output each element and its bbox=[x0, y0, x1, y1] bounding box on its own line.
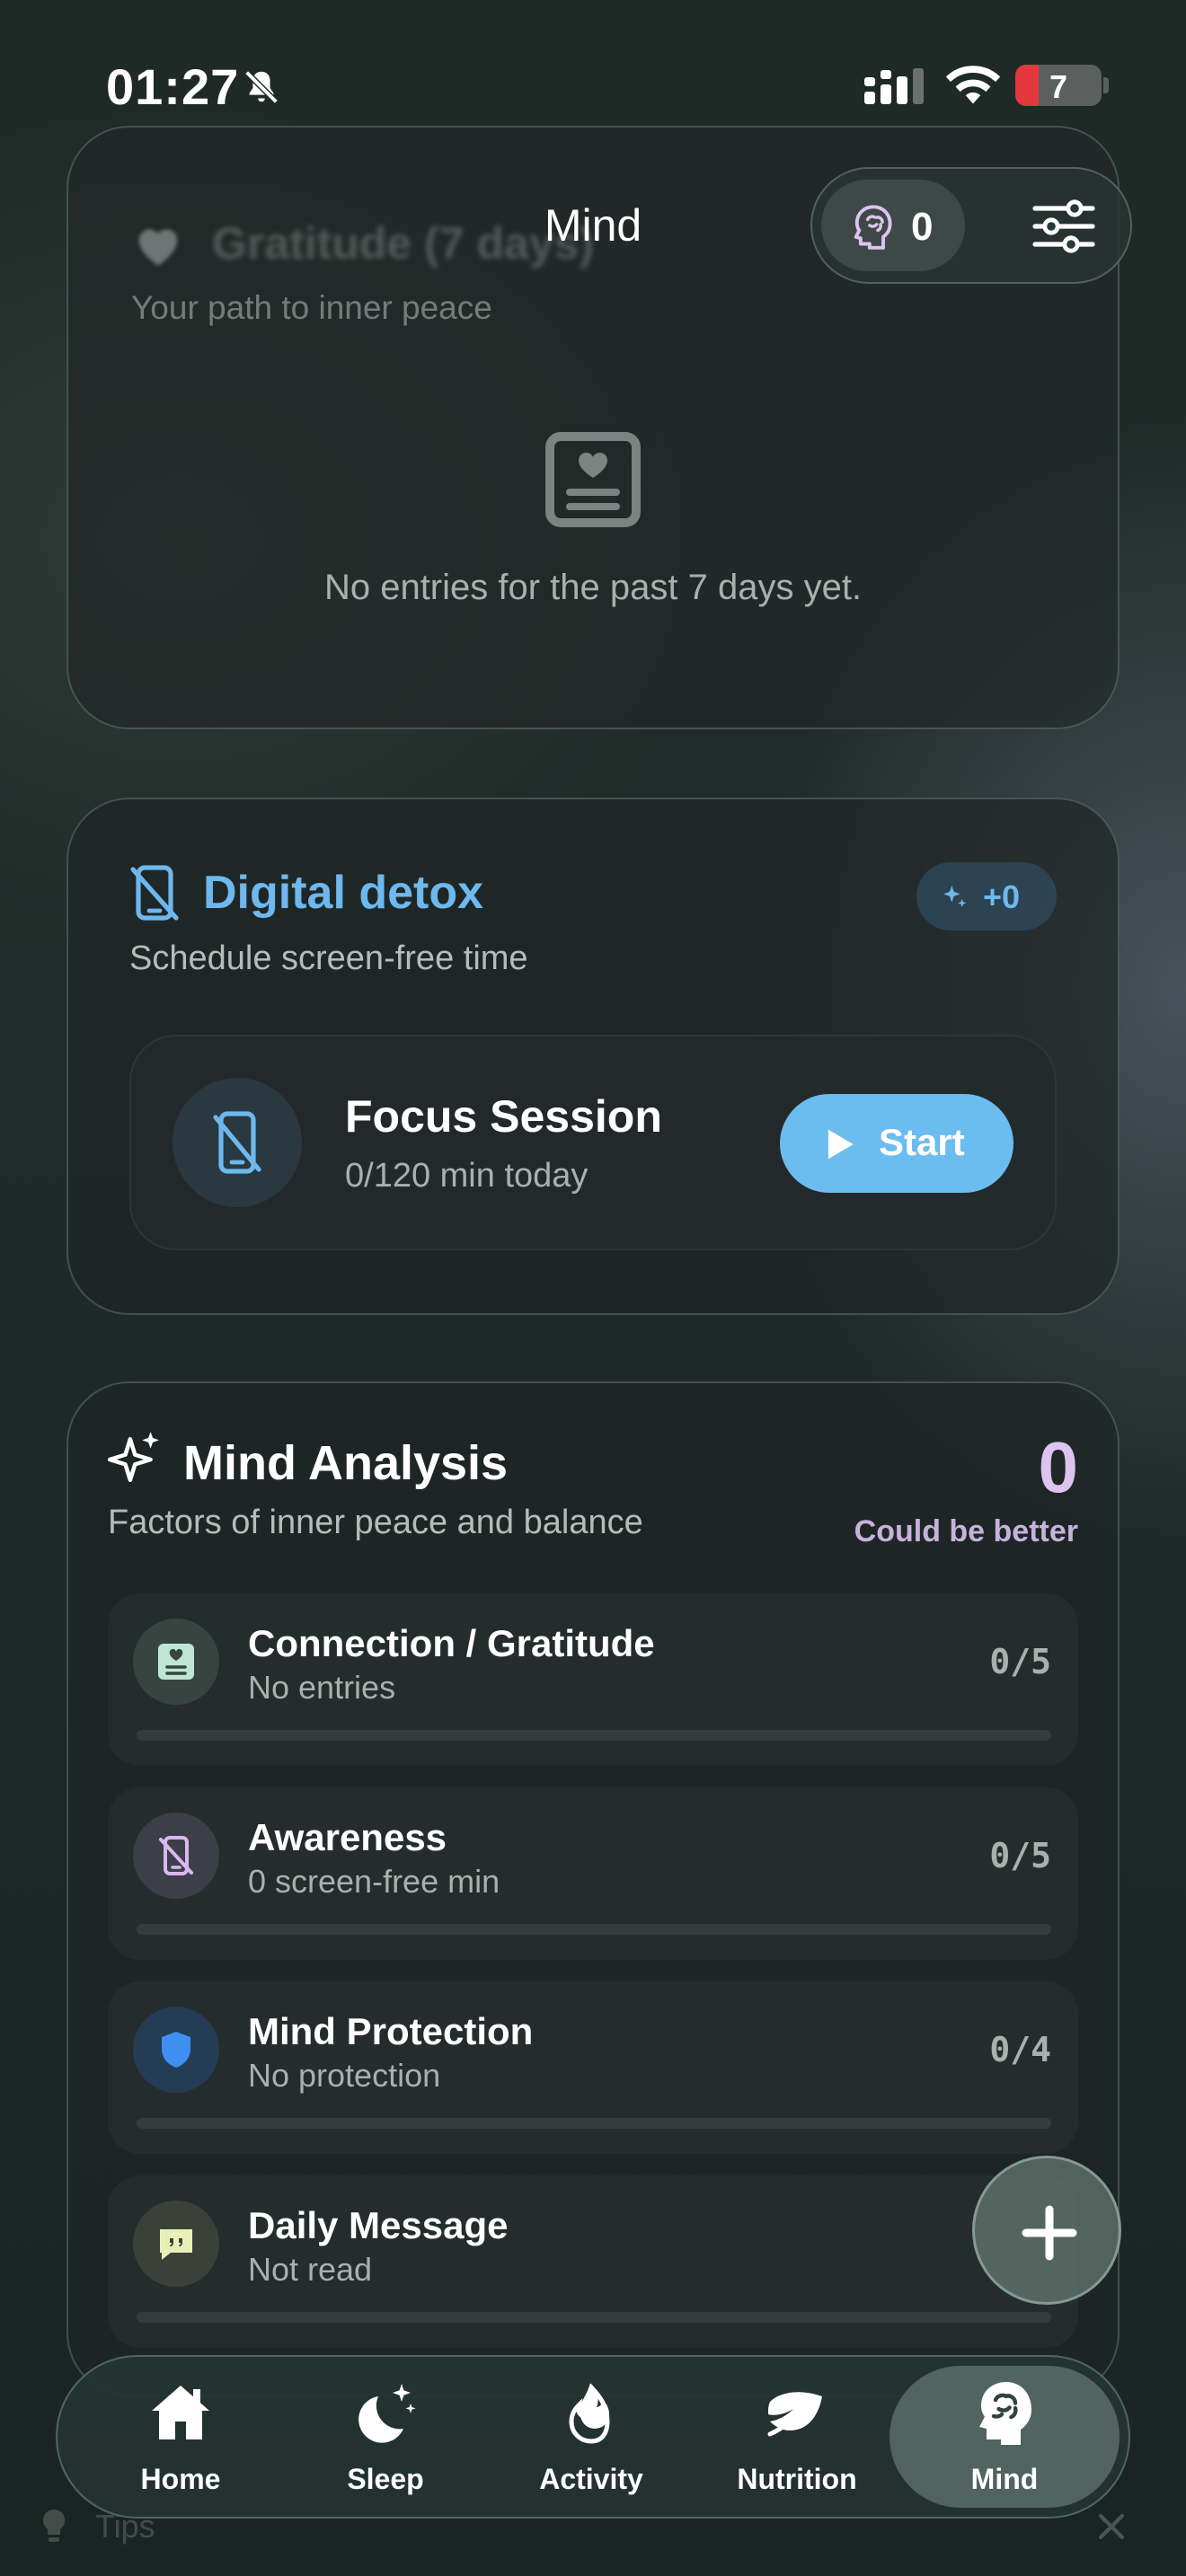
brain-points-chip[interactable]: 0 bbox=[821, 180, 965, 271]
factor-status: No protection bbox=[248, 2057, 441, 2094]
wifi-icon bbox=[945, 66, 1001, 104]
home-icon bbox=[152, 2386, 209, 2439]
phone-off-icon bbox=[130, 865, 179, 921]
tab-label: Mind bbox=[970, 2463, 1039, 2495]
factor-status: 0 screen-free min bbox=[248, 1863, 500, 1900]
sparkle-icon bbox=[943, 886, 967, 907]
factor-name: Awareness bbox=[248, 1816, 447, 1858]
detox-title: Digital detox bbox=[203, 867, 484, 919]
factor-progress-track bbox=[137, 2312, 1051, 2323]
tab-home[interactable]: Home bbox=[77, 2366, 284, 2508]
factor-name: Mind Protection bbox=[248, 2010, 534, 2052]
factor-awareness[interactable]: Awareness 0 screen-free min 0/5 bbox=[108, 1787, 1078, 1960]
play-icon bbox=[828, 1129, 854, 1160]
factor-status: No entries bbox=[248, 1669, 396, 1706]
tab-mind[interactable]: Mind bbox=[890, 2366, 1120, 2508]
start-focus-button[interactable]: Start bbox=[780, 1094, 1013, 1193]
brain-points-value: 0 bbox=[911, 205, 934, 249]
analysis-subtitle: Factors of inner peace and balance bbox=[108, 1504, 643, 1541]
phone-off-icon bbox=[159, 1836, 193, 1875]
phone-off-icon bbox=[213, 1111, 261, 1174]
factor-name: Daily Message bbox=[248, 2204, 509, 2246]
tab-label: Nutrition bbox=[737, 2463, 857, 2495]
detox-bonus-badge: +0 bbox=[916, 862, 1057, 931]
quote-bubble-icon bbox=[160, 2229, 192, 2260]
plus-icon bbox=[1022, 2205, 1077, 2261]
detox-bonus-value: +0 bbox=[983, 878, 1021, 915]
gratitude-empty-text: No entries for the past 7 days yet. bbox=[323, 568, 863, 607]
bell-muted-icon bbox=[243, 69, 279, 105]
factor-icon-wrap bbox=[133, 2007, 219, 2093]
add-button[interactable] bbox=[972, 2156, 1121, 2305]
factor-daily-message[interactable]: Daily Message Not read bbox=[108, 2175, 1078, 2348]
analysis-title: Mind Analysis bbox=[183, 1436, 509, 1490]
mind-score: 0 bbox=[1038, 1427, 1079, 1507]
battery-indicator: 7 bbox=[1015, 65, 1102, 106]
brain-head-icon bbox=[979, 2382, 1031, 2445]
heart-icon bbox=[138, 229, 178, 266]
journal-heart-icon bbox=[545, 432, 641, 527]
detox-subtitle: Schedule screen-free time bbox=[129, 940, 528, 977]
mind-score-label: Could be better bbox=[854, 1514, 1078, 1548]
focus-session-icon-wrap bbox=[173, 1078, 302, 1207]
cell-signal-icon bbox=[864, 68, 924, 104]
flame-icon bbox=[569, 2383, 610, 2444]
factor-connection-gratitude[interactable]: Connection / Gratitude No entries 0/5 bbox=[108, 1593, 1078, 1766]
factor-icon-wrap bbox=[133, 1619, 219, 1705]
leaf-icon bbox=[767, 2392, 822, 2437]
lightbulb-icon bbox=[42, 2510, 66, 2542]
shield-icon bbox=[162, 2032, 190, 2068]
tab-nutrition[interactable]: Nutrition bbox=[694, 2366, 900, 2508]
close-icon[interactable] bbox=[1096, 2511, 1127, 2542]
factor-score: 0/4 bbox=[989, 2030, 1051, 2069]
page-title: Mind bbox=[544, 200, 642, 251]
moon-stars-icon bbox=[358, 2384, 416, 2443]
tab-sleep[interactable]: Sleep bbox=[282, 2366, 489, 2508]
start-button-label: Start bbox=[879, 1121, 965, 1163]
battery-tip bbox=[1103, 77, 1109, 93]
journal-heart-icon bbox=[158, 1644, 194, 1680]
factor-mind-protection[interactable]: Mind Protection No protection 0/4 bbox=[108, 1981, 1078, 2154]
focus-session-title: Focus Session bbox=[345, 1091, 662, 1142]
factor-score: 0/5 bbox=[989, 1642, 1051, 1681]
factor-progress-track bbox=[137, 2118, 1051, 2129]
tab-label: Home bbox=[140, 2463, 221, 2495]
factor-icon-wrap bbox=[133, 1813, 219, 1899]
factor-progress-track bbox=[137, 1730, 1051, 1741]
factor-progress-track bbox=[137, 1924, 1051, 1935]
tab-label: Sleep bbox=[347, 2463, 424, 2495]
factor-name: Connection / Gratitude bbox=[248, 1622, 655, 1664]
factor-icon-wrap bbox=[133, 2201, 219, 2287]
factor-status: Not read bbox=[248, 2251, 373, 2288]
tab-label: Activity bbox=[539, 2463, 643, 2495]
focus-session-progress: 0/120 min today bbox=[345, 1157, 589, 1195]
status-time: 01:27 bbox=[106, 58, 240, 115]
tab-activity[interactable]: Activity bbox=[488, 2366, 695, 2508]
brain-head-icon bbox=[854, 205, 892, 250]
sliders-icon[interactable] bbox=[1031, 199, 1096, 253]
sparkles-icon bbox=[107, 1432, 159, 1482]
factor-score: 0/5 bbox=[989, 1836, 1051, 1875]
gratitude-subtitle: Your path to inner peace bbox=[131, 289, 492, 326]
